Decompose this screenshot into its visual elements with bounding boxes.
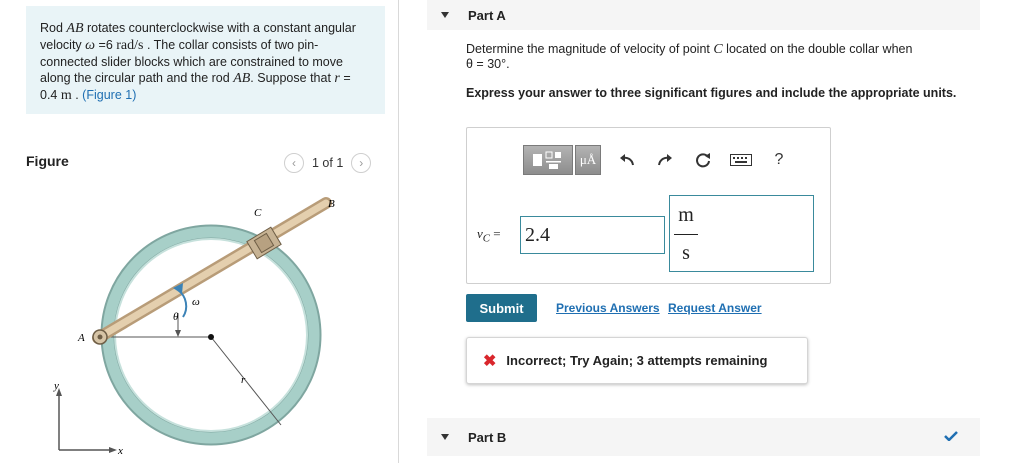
chevron-right-icon[interactable]: › <box>351 153 372 173</box>
part-b-label: Part B <box>468 429 507 445</box>
part-a-label: Part A <box>468 7 506 23</box>
radius-line <box>210 336 282 426</box>
axis-label-x: x <box>117 445 123 457</box>
reset-icon[interactable] <box>691 148 715 172</box>
column-divider <box>398 0 399 463</box>
chevron-left-icon[interactable]: ‹ <box>284 153 304 173</box>
label-a: A <box>77 332 85 344</box>
unit-numerator: m <box>678 204 694 226</box>
figure-pager: ‹ 1 of 1 › <box>284 153 372 173</box>
part-b-header[interactable]: Part B <box>427 418 980 456</box>
redo-icon[interactable] <box>653 148 677 172</box>
figure-heading: Figure <box>26 153 69 169</box>
label-omega: ω <box>192 296 200 308</box>
fraction-template-icon[interactable] <box>523 145 573 175</box>
request-answer-link[interactable]: Request Answer <box>668 301 762 315</box>
label-b: B <box>328 198 335 210</box>
problem-statement: Rod AB rotates counterclockwise with a c… <box>26 6 385 114</box>
help-button[interactable]: ? <box>767 148 791 172</box>
part-a-header[interactable]: Part A <box>427 0 980 30</box>
axis-label-y: y <box>53 380 59 392</box>
label-c: C <box>254 207 262 219</box>
rod-variable-2: AB <box>233 71 251 86</box>
omega-variable: ω <box>85 38 96 53</box>
pager-text: 1 of 1 <box>312 156 344 170</box>
r-unit: m <box>60 88 72 103</box>
variable-label: vC = <box>477 226 501 245</box>
feedback-text: Incorrect; Try Again; 3 attempts remaini… <box>506 353 768 368</box>
label-r: r <box>241 374 246 386</box>
center-point <box>208 334 214 340</box>
coordinate-axes <box>56 388 117 453</box>
point-variable: C <box>713 42 723 57</box>
unit-denominator: s <box>682 242 690 264</box>
rod-variable: AB <box>66 21 84 36</box>
feedback-box: ✖ Incorrect; Try Again; 3 attempts remai… <box>466 337 808 384</box>
caret-down-icon <box>441 12 449 18</box>
instruction-text: Express your answer to three significant… <box>466 86 957 100</box>
unit-input[interactable]: m s <box>669 195 814 272</box>
angle-condition: θ = 30°. <box>466 57 510 71</box>
previous-answers-link[interactable]: Previous Answers <box>556 301 660 315</box>
mechanism-figure: y x A B C ω θ r <box>53 197 335 457</box>
omega-unit: rad/s <box>116 38 144 53</box>
incorrect-x-icon: ✖ <box>483 352 497 370</box>
undo-icon[interactable] <box>615 148 639 172</box>
checkmark-icon <box>944 431 958 441</box>
answer-value-input[interactable] <box>520 216 665 254</box>
caret-down-icon <box>441 434 449 440</box>
math-toolbar: μÅ ? <box>523 145 791 175</box>
keyboard-icon[interactable] <box>729 148 753 172</box>
question-text: Determine the magnitude of velocity of p… <box>466 42 913 71</box>
label-theta: θ <box>173 311 179 323</box>
submit-button[interactable]: Submit <box>466 294 537 322</box>
units-button[interactable]: μÅ <box>575 145 601 175</box>
fraction-bar <box>674 234 698 235</box>
answer-panel: μÅ ? vC = m s <box>466 127 831 284</box>
figure-link[interactable]: (Figure 1) <box>82 88 136 102</box>
